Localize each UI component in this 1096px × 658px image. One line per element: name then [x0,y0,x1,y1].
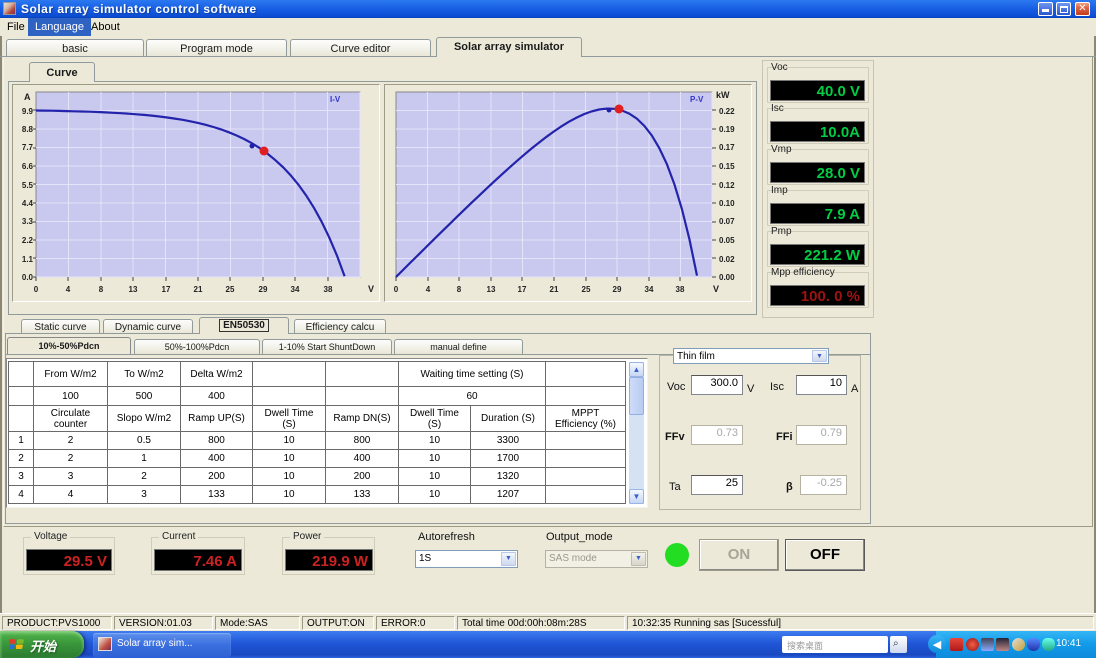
svg-text:5.5: 5.5 [22,181,34,190]
svg-text:34: 34 [645,285,654,294]
svg-text:0.10: 0.10 [719,199,735,208]
svg-text:3.3: 3.3 [22,217,34,226]
svg-text:0.17: 0.17 [719,143,735,152]
svg-text:0: 0 [34,285,39,294]
svg-text:8: 8 [457,285,462,294]
svg-text:9.9: 9.9 [22,107,34,116]
svg-text:29: 29 [613,285,622,294]
svg-text:4.4: 4.4 [22,199,34,208]
svg-text:1.1: 1.1 [22,255,34,264]
svg-text:V: V [713,284,719,294]
svg-text:I-V: I-V [330,95,341,104]
svg-text:25: 25 [582,285,591,294]
svg-text:29: 29 [259,285,268,294]
svg-text:0.05: 0.05 [719,236,735,245]
svg-text:2.2: 2.2 [22,236,34,245]
svg-text:8: 8 [99,285,104,294]
svg-text:0.00: 0.00 [719,273,735,282]
svg-text:P-V: P-V [690,95,704,104]
svg-text:0.19: 0.19 [719,125,735,134]
svg-text:8.8: 8.8 [22,125,34,134]
svg-text:21: 21 [194,285,203,294]
svg-text:0.22: 0.22 [719,107,735,116]
svg-text:0.02: 0.02 [719,255,735,264]
svg-text:A: A [24,92,31,102]
svg-text:0.07: 0.07 [719,217,735,226]
svg-text:4: 4 [66,285,71,294]
svg-text:34: 34 [291,285,300,294]
svg-text:4: 4 [426,285,431,294]
svg-text:7.7: 7.7 [22,143,34,152]
svg-text:38: 38 [676,285,685,294]
svg-text:38: 38 [324,285,333,294]
svg-text:0.0: 0.0 [22,273,34,282]
svg-text:21: 21 [550,285,559,294]
svg-text:0.15: 0.15 [719,162,735,171]
svg-text:25: 25 [226,285,235,294]
svg-text:17: 17 [162,285,171,294]
svg-text:17: 17 [518,285,527,294]
svg-text:0.12: 0.12 [719,181,735,190]
svg-text:13: 13 [129,285,138,294]
svg-text:kW: kW [716,90,730,100]
svg-text:0: 0 [394,285,399,294]
svg-text:13: 13 [487,285,496,294]
svg-text:V: V [368,284,374,294]
svg-text:6.6: 6.6 [22,162,34,171]
